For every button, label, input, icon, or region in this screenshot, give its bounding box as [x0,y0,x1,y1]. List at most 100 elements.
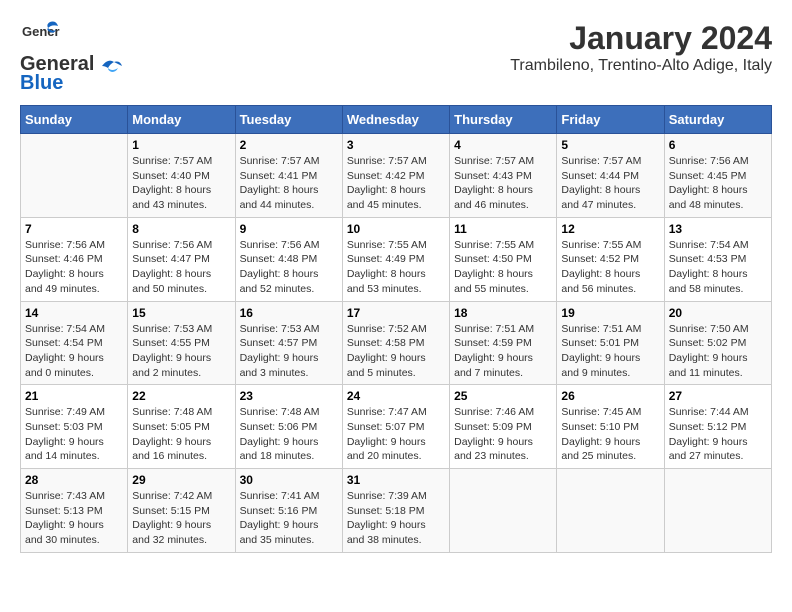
calendar-cell: 6 Sunrise: 7:56 AM Sunset: 4:45 PM Daylig… [664,134,771,218]
calendar-cell: 9 Sunrise: 7:56 AM Sunset: 4:48 PM Daylig… [235,217,342,301]
calendar-cell: 13 Sunrise: 7:54 AM Sunset: 4:53 PM Dayli… [664,217,771,301]
calendar-cell: 24 Sunrise: 7:47 AM Sunset: 5:07 PM Dayli… [342,385,449,469]
calendar-weekday-sunday: Sunday [21,106,128,134]
calendar-cell: 19 Sunrise: 7:51 AM Sunset: 5:01 PM Dayli… [557,301,664,385]
day-info: Sunrise: 7:56 AM Sunset: 4:45 PM Dayligh… [669,154,767,213]
day-number: 31 [347,473,445,487]
calendar-cell: 18 Sunrise: 7:51 AM Sunset: 4:59 PM Dayli… [450,301,557,385]
day-number: 30 [240,473,338,487]
day-number: 6 [669,138,767,152]
day-info: Sunrise: 7:41 AM Sunset: 5:16 PM Dayligh… [240,489,338,548]
day-number: 29 [132,473,230,487]
calendar-cell: 23 Sunrise: 7:48 AM Sunset: 5:06 PM Dayli… [235,385,342,469]
calendar-cell: 27Sunrise: 7:44 AM Sunset: 5:12 PM Dayli… [664,385,771,469]
logo-blue-text: Blue [20,72,63,94]
day-info: Sunrise: 7:48 AM Sunset: 5:05 PM Dayligh… [132,405,230,464]
day-info: Sunrise: 7:39 AM Sunset: 5:18 PM Dayligh… [347,489,445,548]
day-number: 16 [240,306,338,320]
day-number: 9 [240,222,338,236]
calendar-week-row: 1 Sunrise: 7:57 AM Sunset: 4:40 PM Daylig… [21,134,772,218]
calendar-cell: 14 Sunrise: 7:54 AM Sunset: 4:54 PM Dayli… [21,301,128,385]
day-info: Sunrise: 7:54 AM Sunset: 4:54 PM Dayligh… [25,322,123,381]
calendar-cell: 2Sunrise: 7:57 AM Sunset: 4:41 PM Daylig… [235,134,342,218]
calendar-cell: 10 Sunrise: 7:55 AM Sunset: 4:49 PM Dayli… [342,217,449,301]
logo: General General Blue [20,20,122,95]
day-number: 3 [347,138,445,152]
day-number: 20 [669,306,767,320]
calendar-cell [557,469,664,553]
calendar-weekday-monday: Monday [128,106,235,134]
day-number: 12 [561,222,659,236]
logo-bird-icon [100,58,122,74]
calendar-cell [664,469,771,553]
day-number: 26 [561,389,659,403]
day-number: 5 [561,138,659,152]
calendar-cell: 31 Sunrise: 7:39 AM Sunset: 5:18 PM Dayli… [342,469,449,553]
day-number: 24 [347,389,445,403]
day-info: Sunrise: 7:48 AM Sunset: 5:06 PM Dayligh… [240,405,338,464]
day-info: Sunrise: 7:52 AM Sunset: 4:58 PM Dayligh… [347,322,445,381]
calendar-cell: 11 Sunrise: 7:55 AM Sunset: 4:50 PM Dayli… [450,217,557,301]
day-info: Sunrise: 7:54 AM Sunset: 4:53 PM Dayligh… [669,238,767,297]
calendar-cell: 3 Sunrise: 7:57 AM Sunset: 4:42 PM Daylig… [342,134,449,218]
day-number: 1 [132,138,230,152]
calendar-cell [450,469,557,553]
day-number: 28 [25,473,123,487]
calendar-cell: 4 Sunrise: 7:57 AM Sunset: 4:43 PM Daylig… [450,134,557,218]
calendar-cell: 25 Sunrise: 7:46 AM Sunset: 5:09 PM Dayli… [450,385,557,469]
day-info: Sunrise: 7:47 AM Sunset: 5:07 PM Dayligh… [347,405,445,464]
day-number: 2 [240,138,338,152]
day-info: Sunrise: 7:51 AM Sunset: 5:01 PM Dayligh… [561,322,659,381]
day-info: Sunrise: 7:57 AM Sunset: 4:44 PM Dayligh… [561,154,659,213]
calendar-weekday-saturday: Saturday [664,106,771,134]
day-info: Sunrise: 7:56 AM Sunset: 4:48 PM Dayligh… [240,238,338,297]
calendar-cell [21,134,128,218]
page-title: January 2024 [510,20,772,57]
day-info: Sunrise: 7:55 AM Sunset: 4:50 PM Dayligh… [454,238,552,297]
day-info: Sunrise: 7:51 AM Sunset: 4:59 PM Dayligh… [454,322,552,381]
day-number: 15 [132,306,230,320]
day-number: 22 [132,389,230,403]
day-number: 13 [669,222,767,236]
calendar-week-row: 21Sunrise: 7:49 AM Sunset: 5:03 PM Dayli… [21,385,772,469]
day-info: Sunrise: 7:55 AM Sunset: 4:49 PM Dayligh… [347,238,445,297]
calendar-week-row: 14 Sunrise: 7:54 AM Sunset: 4:54 PM Dayli… [21,301,772,385]
day-number: 25 [454,389,552,403]
calendar-cell: 20Sunrise: 7:50 AM Sunset: 5:02 PM Dayli… [664,301,771,385]
day-info: Sunrise: 7:42 AM Sunset: 5:15 PM Dayligh… [132,489,230,548]
calendar-weekday-thursday: Thursday [450,106,557,134]
calendar-cell: 5 Sunrise: 7:57 AM Sunset: 4:44 PM Daylig… [557,134,664,218]
calendar-cell: 22 Sunrise: 7:48 AM Sunset: 5:05 PM Dayli… [128,385,235,469]
day-info: Sunrise: 7:57 AM Sunset: 4:42 PM Dayligh… [347,154,445,213]
calendar-week-row: 28 Sunrise: 7:43 AM Sunset: 5:13 PM Dayli… [21,469,772,553]
calendar-cell: 8 Sunrise: 7:56 AM Sunset: 4:47 PM Daylig… [128,217,235,301]
calendar-cell: 21Sunrise: 7:49 AM Sunset: 5:03 PM Dayli… [21,385,128,469]
calendar-header-row: SundayMondayTuesdayWednesdayThursdayFrid… [21,106,772,134]
day-number: 27 [669,389,767,403]
day-number: 14 [25,306,123,320]
calendar-cell: 30 Sunrise: 7:41 AM Sunset: 5:16 PM Dayli… [235,469,342,553]
day-number: 23 [240,389,338,403]
calendar-cell: 7Sunrise: 7:56 AM Sunset: 4:46 PM Daylig… [21,217,128,301]
logo-icon: General [20,20,60,57]
calendar-cell: 29 Sunrise: 7:42 AM Sunset: 5:15 PM Dayli… [128,469,235,553]
calendar-cell: 12Sunrise: 7:55 AM Sunset: 4:52 PM Dayli… [557,217,664,301]
calendar-cell: 15Sunrise: 7:53 AM Sunset: 4:55 PM Dayli… [128,301,235,385]
day-number: 18 [454,306,552,320]
day-number: 8 [132,222,230,236]
day-number: 19 [561,306,659,320]
calendar-cell: 16 Sunrise: 7:53 AM Sunset: 4:57 PM Dayli… [235,301,342,385]
day-number: 4 [454,138,552,152]
day-number: 11 [454,222,552,236]
day-info: Sunrise: 7:57 AM Sunset: 4:40 PM Dayligh… [132,154,230,213]
day-number: 10 [347,222,445,236]
day-info: Sunrise: 7:56 AM Sunset: 4:47 PM Dayligh… [132,238,230,297]
day-info: Sunrise: 7:46 AM Sunset: 5:09 PM Dayligh… [454,405,552,464]
day-info: Sunrise: 7:43 AM Sunset: 5:13 PM Dayligh… [25,489,123,548]
day-info: Sunrise: 7:53 AM Sunset: 4:57 PM Dayligh… [240,322,338,381]
calendar-weekday-wednesday: Wednesday [342,106,449,134]
page-subtitle: Trambileno, Trentino-Alto Adige, Italy [510,57,772,75]
calendar-table: SundayMondayTuesdayWednesdayThursdayFrid… [20,105,772,553]
calendar-cell: 1 Sunrise: 7:57 AM Sunset: 4:40 PM Daylig… [128,134,235,218]
day-info: Sunrise: 7:57 AM Sunset: 4:43 PM Dayligh… [454,154,552,213]
